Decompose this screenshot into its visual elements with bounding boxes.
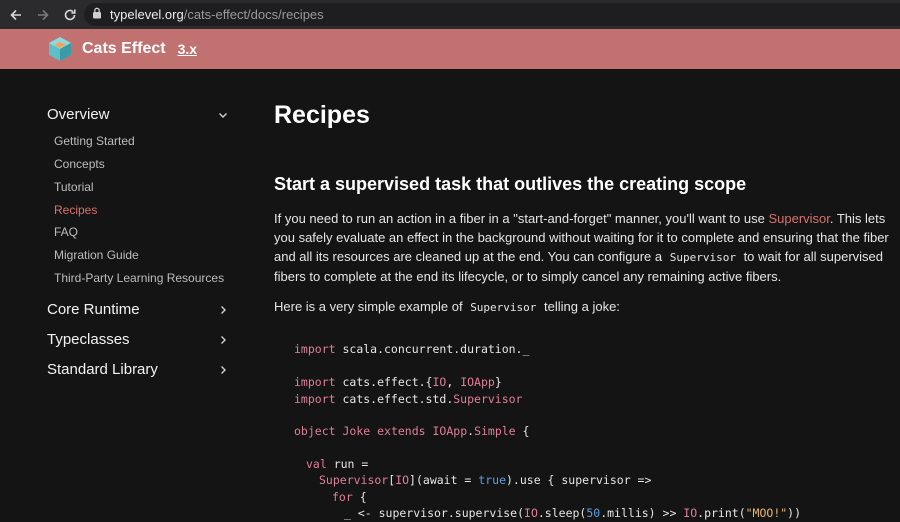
sidebar-item-faq[interactable]: FAQ (54, 225, 78, 239)
sidebar-section-core-runtime[interactable]: Core Runtime (47, 301, 229, 318)
forward-arrow-icon[interactable] (32, 4, 54, 26)
back-arrow-icon[interactable] (5, 4, 27, 26)
supervisor-link[interactable]: Supervisor (768, 211, 829, 226)
sidebar-item-recipes[interactable]: Recipes (54, 203, 97, 217)
chevron-down-icon (219, 112, 227, 118)
sidebar-item-third-party-resources[interactable]: Third-Party Learning Resources (54, 271, 224, 285)
sidebar-item-concepts[interactable]: Concepts (54, 157, 105, 171)
site-title[interactable]: Cats Effect (82, 40, 166, 58)
sidebar-section-label: Core Runtime (47, 301, 140, 318)
section-heading: Start a supervised task that outlives th… (274, 174, 747, 194)
site-header: Cats Effect 3.x (0, 29, 900, 69)
code-line: _ <- supervisor.supervise(IO.sleep(50.mi… (344, 506, 802, 520)
browser-toolbar: typelevel.org/cats-effect/docs/recipes (0, 0, 900, 29)
code-line: import cats.effect.{IO, IOApp} (294, 375, 502, 389)
chevron-right-icon (221, 335, 226, 344)
sidebar-section-label: Standard Library (47, 361, 158, 378)
cats-effect-logo-icon[interactable] (48, 36, 72, 62)
url-text: typelevel.org/cats-effect/docs/recipes (110, 7, 324, 22)
sidebar-section-standard-library[interactable]: Standard Library (47, 361, 229, 378)
reload-icon[interactable] (59, 4, 81, 26)
sidebar-section-label: Overview (47, 106, 110, 123)
inline-code: Supervisor (669, 251, 736, 264)
lock-icon (92, 6, 102, 24)
sidebar-item-getting-started[interactable]: Getting Started (54, 134, 135, 148)
version-link[interactable]: 3.x (178, 41, 197, 57)
code-line: import cats.effect.std.Supervisor (294, 392, 523, 406)
code-line: val run = (306, 457, 369, 471)
main-content: Recipes Start a supervised task that out… (274, 69, 900, 522)
example-paragraph: Here is a very simple example of Supervi… (274, 299, 620, 314)
code-line: import scala.concurrent.duration._ (294, 342, 530, 356)
chevron-right-icon (221, 365, 226, 374)
code-line: Supervisor[IO](await = true).use { super… (319, 473, 652, 487)
sidebar-section-overview[interactable]: Overview (47, 106, 229, 123)
page-title: Recipes (274, 101, 370, 129)
code-line: object Joke extends IOApp.Simple { (294, 424, 530, 438)
inline-code: Supervisor (470, 301, 537, 314)
chevron-right-icon (221, 305, 226, 314)
sidebar-item-tutorial[interactable]: Tutorial (54, 180, 94, 194)
sidebar-section-label: Typeclasses (47, 331, 130, 348)
intro-paragraph: If you need to run an action in a fiber … (274, 211, 889, 284)
sidebar: Overview Getting Started Concepts Tutori… (0, 69, 250, 522)
code-line: for { (332, 490, 367, 504)
sidebar-section-typeclasses[interactable]: Typeclasses (47, 331, 229, 348)
address-bar[interactable]: typelevel.org/cats-effect/docs/recipes (84, 3, 900, 26)
sidebar-item-migration-guide[interactable]: Migration Guide (54, 248, 139, 262)
